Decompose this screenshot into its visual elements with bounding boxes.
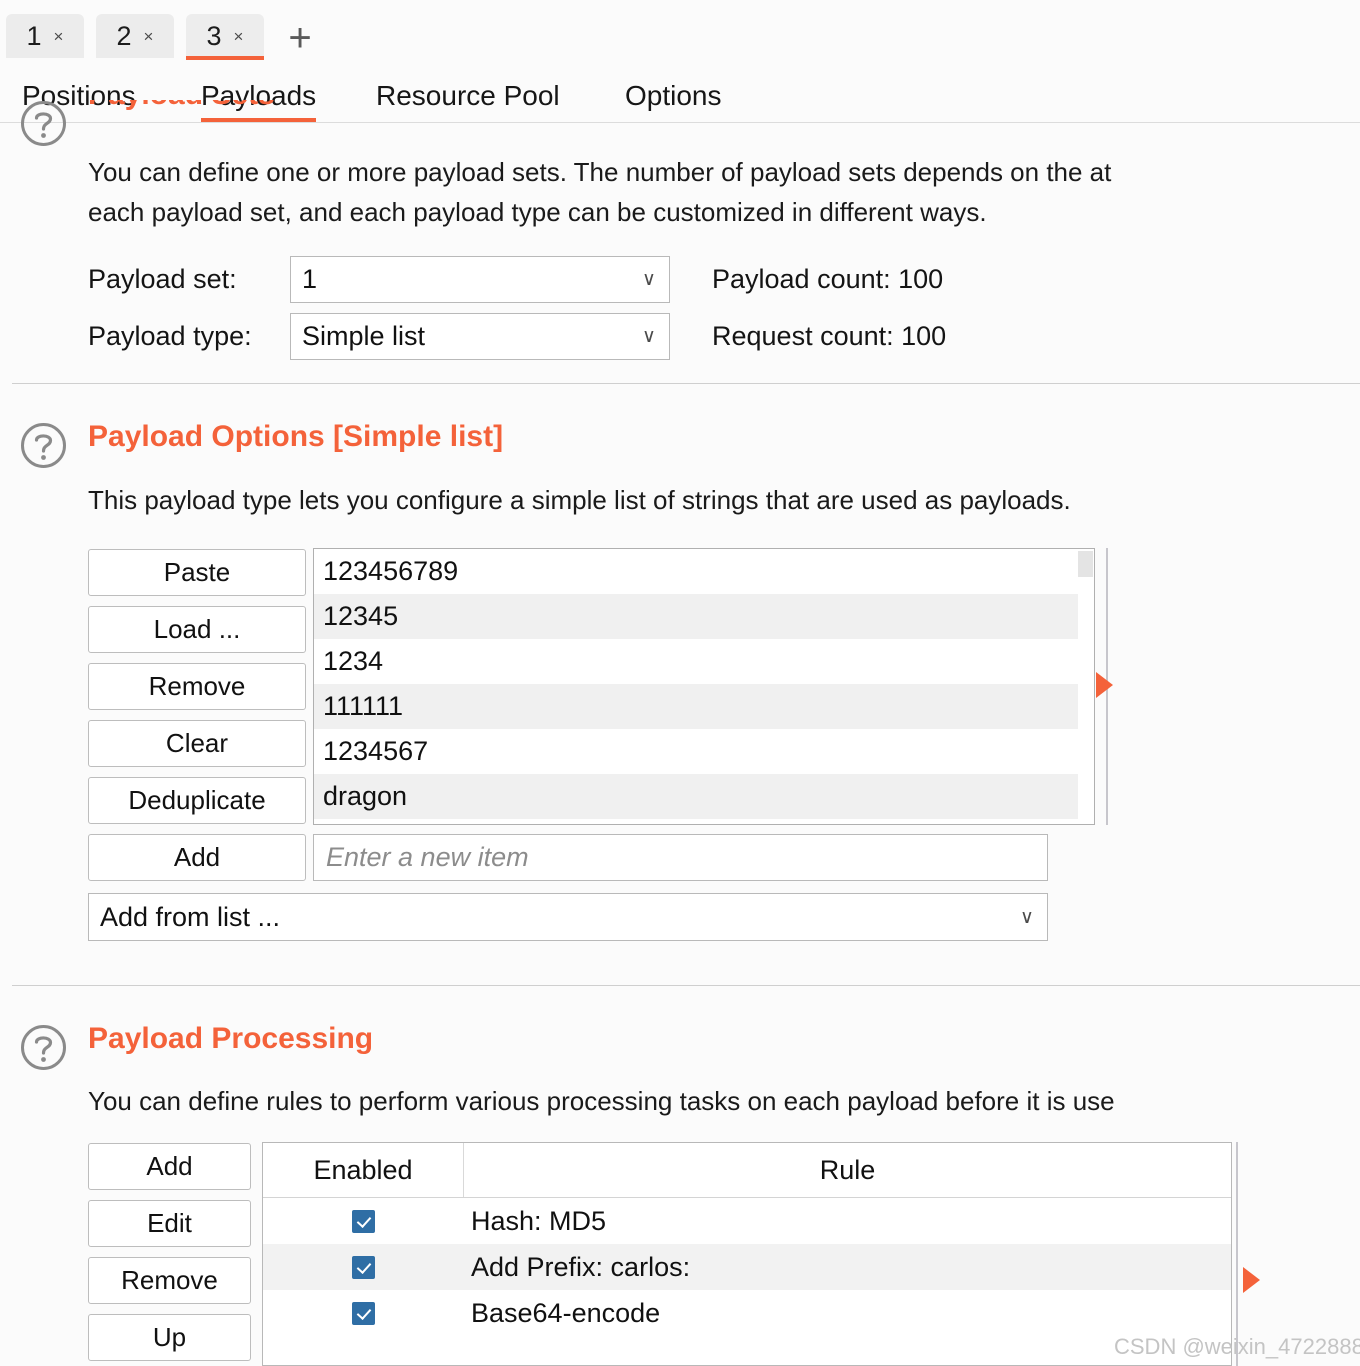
edit-rule-button[interactable]: Edit — [88, 1200, 251, 1247]
attack-tab-3-label: 3 — [206, 20, 222, 51]
checkbox-checked-icon[interactable] — [351, 1209, 375, 1233]
add-from-list-select[interactable]: Add from list ... ∨ — [88, 893, 1048, 941]
payload-type-label: Payload type: — [88, 321, 252, 351]
payload-processing-description: You can define rules to perform various … — [88, 1086, 1115, 1116]
processing-panel-splitter[interactable] — [1236, 1142, 1238, 1366]
list-item[interactable]: dragon — [314, 774, 1094, 819]
table-row[interactable]: Add Prefix: carlos: — [263, 1244, 1231, 1290]
payload-list-scrollbar-thumb[interactable] — [1078, 551, 1093, 577]
add-payload-button[interactable]: Add — [88, 834, 306, 881]
new-attack-tab-button[interactable]: + — [278, 18, 322, 58]
column-header-rule: Rule — [819, 1154, 876, 1185]
attack-tab-3-close-icon[interactable]: × — [234, 28, 244, 45]
list-item[interactable]: 111111 — [314, 684, 1094, 729]
attack-tab-1-label: 1 — [26, 20, 42, 51]
payload-sets-title: Payload Sets — [88, 100, 275, 112]
remove-payload-button[interactable]: Remove — [88, 663, 306, 710]
rule-enabled-cell[interactable] — [263, 1198, 463, 1244]
attack-tab-1[interactable]: 1 × — [6, 14, 84, 58]
payload-type-select[interactable]: Simple list ∨ — [290, 313, 670, 360]
rule-name-cell: Base64-encode — [471, 1297, 661, 1328]
payload-type-value: Simple list — [302, 321, 426, 351]
attack-tab-3[interactable]: 3 × — [186, 14, 264, 60]
payload-options-description: This payload type lets you configure a s… — [88, 485, 1071, 515]
table-row[interactable]: Base64-encode — [263, 1290, 1231, 1336]
payload-set-select[interactable]: 1 ∨ — [290, 256, 670, 303]
section-divider-2 — [12, 985, 1360, 986]
request-count-label: Request count: 100 — [712, 321, 947, 351]
payload-processing-title: Payload Processing — [88, 1022, 374, 1055]
rule-enabled-cell[interactable] — [263, 1244, 463, 1290]
payload-sets-description-line-1: You can define one or more payload sets.… — [88, 157, 1112, 187]
remove-rule-button[interactable]: Remove — [88, 1257, 251, 1304]
payload-list[interactable]: 123456789 12345 1234 111111 1234567 drag… — [313, 548, 1095, 825]
clear-button[interactable]: Clear — [88, 720, 306, 767]
chevron-down-icon: ∨ — [642, 326, 656, 347]
payload-list-scrollbar[interactable] — [1078, 549, 1094, 824]
checkbox-checked-icon[interactable] — [351, 1301, 375, 1325]
payload-count-label: Payload count: 100 — [712, 264, 944, 294]
list-item[interactable]: 1234567 — [314, 729, 1094, 774]
payload-set-value: 1 — [302, 264, 318, 294]
payload-panel-expand-icon[interactable] — [1096, 672, 1113, 698]
column-header-enabled: Enabled — [263, 1143, 464, 1197]
payload-sets-title-clip: Payload Sets — [0, 100, 1360, 122]
paste-button[interactable]: Paste — [88, 549, 306, 596]
load-button[interactable]: Load ... — [88, 606, 306, 653]
rule-name-cell: Add Prefix: carlos: — [471, 1251, 691, 1282]
add-rule-button[interactable]: Add — [88, 1143, 251, 1190]
new-item-placeholder: Enter a new item — [326, 842, 529, 872]
list-item[interactable]: 1234 — [314, 639, 1094, 684]
add-from-list-value: Add from list ... — [100, 901, 281, 932]
processing-panel-expand-icon[interactable] — [1243, 1267, 1260, 1293]
list-item[interactable]: 123456789 — [314, 549, 1094, 594]
attack-tab-strip: 1 × 2 × 3 × + — [0, 0, 1360, 71]
chevron-down-icon: ∨ — [1020, 906, 1034, 928]
attack-tab-2-close-icon[interactable]: × — [144, 28, 154, 45]
payload-processing-help-icon[interactable] — [20, 1024, 67, 1071]
chevron-down-icon: ∨ — [642, 269, 656, 290]
attack-tab-2[interactable]: 2 × — [96, 14, 174, 58]
section-divider-1 — [12, 383, 1360, 384]
rule-name-cell: Hash: MD5 — [471, 1205, 607, 1236]
csdn-watermark: CSDN @weixin_47228887 — [1114, 1334, 1360, 1359]
rules-table-header: Enabled Rule — [263, 1143, 1231, 1198]
new-item-input[interactable]: Enter a new item — [313, 834, 1048, 881]
rule-enabled-cell[interactable] — [263, 1290, 463, 1336]
payload-options-title: Payload Options [Simple list] — [88, 420, 504, 453]
payload-sets-description-line-2: each payload set, and each payload type … — [88, 197, 987, 227]
list-item[interactable]: 12345 — [314, 594, 1094, 639]
payload-processing-rules-table[interactable]: Enabled Rule Hash: MD5 Add Prefix: carlo… — [262, 1142, 1232, 1366]
move-rule-up-button[interactable]: Up — [88, 1314, 251, 1361]
attack-tab-1-close-icon[interactable]: × — [54, 28, 64, 45]
payload-options-help-icon[interactable] — [20, 422, 67, 469]
checkbox-checked-icon[interactable] — [351, 1255, 375, 1279]
payload-set-label: Payload set: — [88, 264, 237, 294]
table-row[interactable]: Hash: MD5 — [263, 1198, 1231, 1244]
attack-tab-2-label: 2 — [116, 20, 132, 51]
deduplicate-button[interactable]: Deduplicate — [88, 777, 306, 824]
